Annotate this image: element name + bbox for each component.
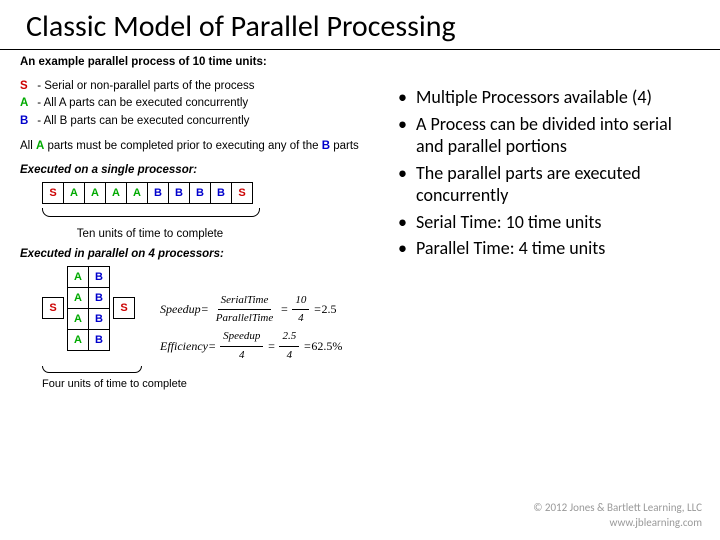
completion-note: All A parts must be completed prior to e… — [20, 138, 390, 154]
cell-s: S — [42, 297, 64, 319]
denominator: 4 — [295, 310, 307, 328]
note-b: B — [322, 140, 330, 152]
equals: = — [208, 337, 216, 356]
cell-a: A — [67, 287, 89, 309]
cell-a: A — [126, 182, 148, 204]
legend-key-a: A — [20, 95, 34, 112]
list-item: •The parallel parts are executed concurr… — [398, 162, 690, 207]
section-single-label: Executed on a single processor: — [20, 164, 390, 176]
note-text: All — [20, 140, 36, 152]
bullet-list: •Multiple Processors available (4) •A Pr… — [398, 86, 690, 260]
legend-key-b: B — [20, 113, 34, 130]
cell-b: B — [210, 182, 232, 204]
cell-b: B — [88, 287, 110, 309]
equals: = — [280, 300, 288, 319]
copyright: © 2012 Jones & Bartlett Learning, LLC ww… — [533, 501, 702, 530]
bullet-text: Parallel Time: 4 time units — [416, 237, 690, 260]
efficiency-equation: Efficiency = Speedup4 = 2.54 = 62.5% — [160, 328, 390, 364]
bullet-text: The parallel parts are executed concurre… — [416, 162, 690, 207]
legend-text: - All B parts can be executed concurrent… — [37, 115, 249, 127]
cell-a: A — [84, 182, 106, 204]
equals: = — [267, 337, 275, 356]
parallel-caption: Four units of time to complete — [42, 378, 390, 390]
speedup-equation: Speedup = SerialTimeParallelTime = 104 =… — [160, 292, 390, 328]
speedup-label: Speedup — [160, 300, 201, 319]
parallel-row: AB — [67, 308, 109, 329]
cell-s: S — [113, 297, 135, 319]
copyright-url: www.jblearning.com — [533, 516, 702, 530]
legend-key-s: S — [20, 78, 34, 95]
equals: = — [303, 337, 311, 356]
cell-a: A — [67, 329, 89, 351]
speedup-value: 2.5 — [321, 300, 336, 319]
fraction: Speedup4 — [220, 328, 263, 364]
denominator: 4 — [284, 347, 296, 365]
cell-s: S — [42, 182, 64, 204]
fraction: 104 — [292, 292, 309, 328]
brace-icon — [42, 364, 142, 378]
numerator: Speedup — [220, 328, 263, 347]
fraction: 2.54 — [279, 328, 299, 364]
parallel-stack: AB AB AB AB — [67, 266, 109, 350]
legend-text: - Serial or non-parallel parts of the pr… — [37, 80, 254, 92]
cell-b: B — [88, 308, 110, 330]
right-bullets: •Multiple Processors available (4) •A Pr… — [390, 56, 700, 390]
cell-a: A — [67, 266, 89, 288]
section-parallel-label: Executed in parallel on 4 processors: — [20, 248, 390, 260]
cell-b: B — [147, 182, 169, 204]
cell-a: A — [105, 182, 127, 204]
slide-content: An example parallel process of 10 time u… — [0, 56, 720, 390]
equations: Speedup = SerialTimeParallelTime = 104 =… — [160, 292, 390, 364]
legend-text: - All A parts can be executed concurrent… — [37, 97, 248, 109]
bullet-icon: • — [398, 113, 416, 158]
denominator: 4 — [236, 347, 248, 365]
bullet-icon: • — [398, 86, 416, 109]
cell-s: S — [231, 182, 253, 204]
numerator: 10 — [292, 292, 309, 311]
legend-row: A - All A parts can be executed concurre… — [20, 95, 390, 112]
parallel-row: AB — [67, 329, 109, 350]
cell-a: A — [67, 308, 89, 330]
cell-a: A — [63, 182, 85, 204]
brace-icon — [42, 206, 260, 224]
legend-row: B - All B parts can be executed concurre… — [20, 113, 390, 130]
bullet-icon: • — [398, 237, 416, 260]
numerator: 2.5 — [279, 328, 299, 347]
example-title: An example parallel process of 10 time u… — [20, 56, 390, 68]
efficiency-value: 62.5% — [311, 337, 342, 356]
slide-title: Classic Model of Parallel Processing — [0, 0, 720, 50]
denominator: ParallelTime — [213, 310, 276, 328]
single-caption: Ten units of time to complete — [20, 228, 280, 240]
list-item: •Parallel Time: 4 time units — [398, 237, 690, 260]
cell-b: B — [189, 182, 211, 204]
legend: S - Serial or non-parallel parts of the … — [20, 78, 390, 130]
bullet-icon: • — [398, 211, 416, 234]
efficiency-label: Efficiency — [160, 337, 208, 356]
bullet-text: A Process can be divided into serial and… — [416, 113, 690, 158]
copyright-line: © 2012 Jones & Bartlett Learning, LLC — [533, 501, 702, 515]
parallel-row: AB — [67, 287, 109, 308]
equals: = — [201, 300, 209, 319]
legend-row: S - Serial or non-parallel parts of the … — [20, 78, 390, 95]
fraction: SerialTimeParallelTime — [213, 292, 276, 328]
list-item: •Serial Time: 10 time units — [398, 211, 690, 234]
numerator: SerialTime — [218, 292, 272, 311]
note-text: parts must be completed prior to executi… — [44, 140, 321, 152]
bullet-text: Serial Time: 10 time units — [416, 211, 690, 234]
bullet-text: Multiple Processors available (4) — [416, 86, 690, 109]
single-processor-row: S A A A A B B B B S — [42, 182, 390, 204]
parallel-row: AB — [67, 266, 109, 287]
note-text: parts — [330, 140, 359, 152]
cell-b: B — [88, 329, 110, 351]
bullet-icon: • — [398, 162, 416, 207]
cell-b: B — [168, 182, 190, 204]
list-item: •A Process can be divided into serial an… — [398, 113, 690, 158]
left-diagram: An example parallel process of 10 time u… — [20, 56, 390, 390]
equals: = — [313, 300, 321, 319]
list-item: •Multiple Processors available (4) — [398, 86, 690, 109]
cell-b: B — [88, 266, 110, 288]
